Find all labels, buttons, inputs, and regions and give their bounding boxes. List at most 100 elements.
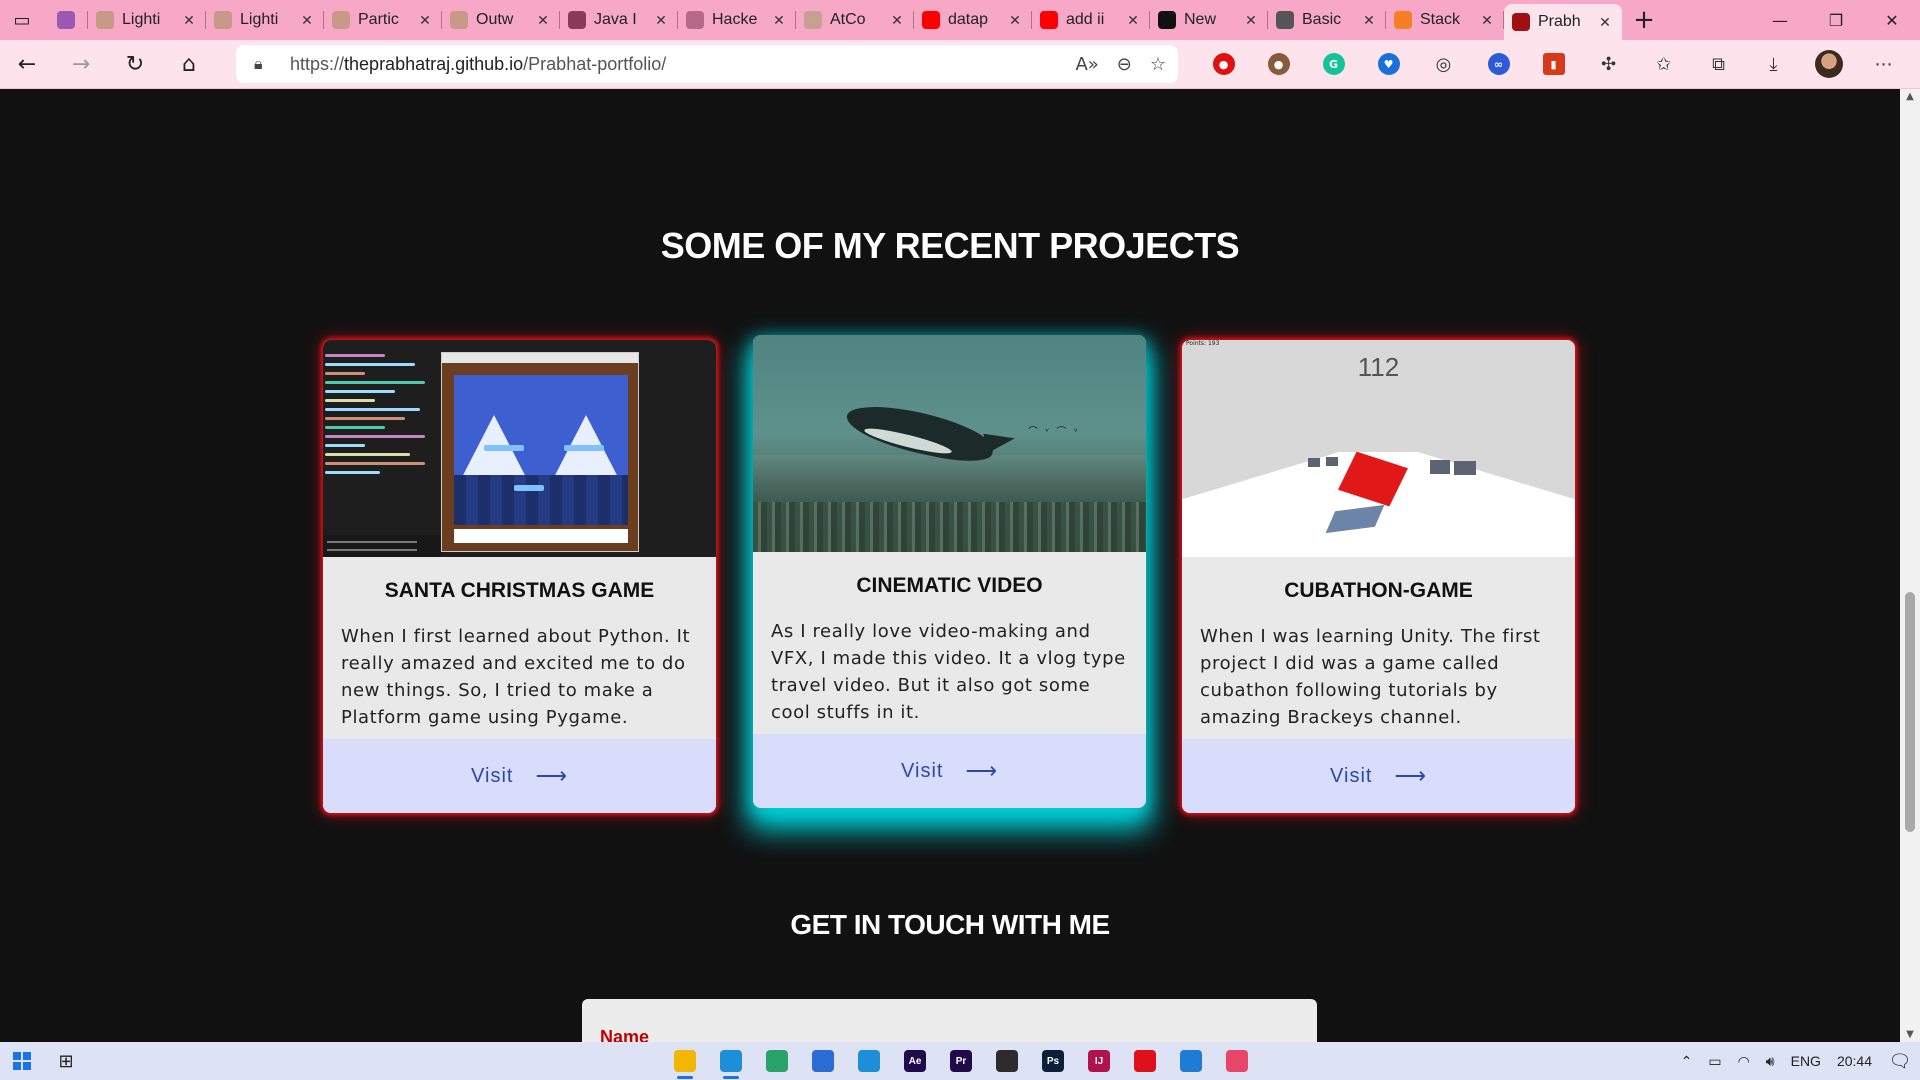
- url-text[interactable]: https://theprabhatraj.github.io/Prabhat-…: [290, 54, 666, 75]
- edge-icon[interactable]: [720, 1050, 742, 1072]
- windows-logo-icon[interactable]: [13, 1052, 31, 1070]
- close-tab-icon[interactable]: ✕: [1360, 12, 1378, 29]
- scroll-down-arrow-icon[interactable]: ▼: [1900, 1029, 1920, 1040]
- visit-link[interactable]: Visit ⟶: [753, 734, 1146, 808]
- visit-link[interactable]: Visit ⟶: [1182, 739, 1575, 813]
- edge-beta-icon[interactable]: [766, 1050, 788, 1072]
- tab[interactable]: Lighti ✕: [88, 0, 206, 40]
- notification-center-icon[interactable]: 🗨︎: [1880, 1042, 1920, 1080]
- refresh-button[interactable]: ↻: [108, 40, 162, 88]
- close-tab-icon[interactable]: ✕: [1124, 12, 1142, 29]
- taskbar-app[interactable]: Pr: [938, 1042, 984, 1080]
- close-tab-icon[interactable]: ✕: [1006, 12, 1024, 29]
- tab[interactable]: add ii ✕: [1032, 0, 1150, 40]
- home-button[interactable]: ⌂: [162, 40, 216, 88]
- extensions-puzzle-icon[interactable]: ✣: [1581, 40, 1636, 88]
- favorites-icon[interactable]: ✩: [1636, 40, 1691, 88]
- taskbar-app[interactable]: Ps: [1030, 1042, 1076, 1080]
- forward-button[interactable]: →: [54, 40, 108, 88]
- taskbar-app[interactable]: [1122, 1042, 1168, 1080]
- visit-label[interactable]: Visit: [1330, 765, 1372, 788]
- tab[interactable]: Stack ✕: [1386, 0, 1504, 40]
- address-bar[interactable]: 🔒︎ https://theprabhatraj.github.io/Prabh…: [236, 45, 1178, 83]
- tab[interactable]: New ✕: [1150, 0, 1268, 40]
- close-tab-icon[interactable]: ✕: [416, 12, 434, 29]
- clock[interactable]: 20:44: [1837, 1053, 1872, 1069]
- intellij-icon[interactable]: IJ: [1088, 1050, 1110, 1072]
- start-button[interactable]: [0, 1042, 44, 1080]
- close-tab-icon[interactable]: ✕: [1242, 12, 1260, 29]
- tab[interactable]: AtCo ✕: [796, 0, 914, 40]
- arrow-right-icon[interactable]: ⟶: [965, 758, 998, 784]
- bookmark-extension-icon[interactable]: ▮: [1526, 40, 1581, 88]
- back-button[interactable]: ←: [0, 40, 54, 88]
- vscode-icon[interactable]: [1180, 1050, 1202, 1072]
- scrollbar-thumb[interactable]: [1905, 592, 1915, 832]
- close-window-button[interactable]: ✕: [1864, 0, 1920, 40]
- language-indicator[interactable]: ENG: [1791, 1053, 1821, 1069]
- arrow-right-icon[interactable]: ⟶: [535, 763, 568, 789]
- taskbar-app[interactable]: [984, 1042, 1030, 1080]
- tab[interactable]: Partic ✕: [324, 0, 442, 40]
- tab[interactable]: datap ✕: [914, 0, 1032, 40]
- tab[interactable]: Basic ✕: [1268, 0, 1386, 40]
- taskbar-app[interactable]: [846, 1042, 892, 1080]
- tab[interactable]: [44, 0, 88, 40]
- close-tab-icon[interactable]: ✕: [534, 12, 552, 29]
- close-tab-icon[interactable]: ✕: [652, 12, 670, 29]
- scroll-up-arrow-icon[interactable]: ▲: [1900, 91, 1920, 102]
- show-hidden-icons-icon[interactable]: ⌃: [1681, 1053, 1693, 1070]
- taskbar-app[interactable]: [1214, 1042, 1260, 1080]
- tab[interactable]: Outw ✕: [442, 0, 560, 40]
- taskbar-app[interactable]: IJ: [1076, 1042, 1122, 1080]
- edge-dev-icon[interactable]: [858, 1050, 880, 1072]
- new-tab-button[interactable]: +: [1622, 0, 1666, 40]
- app-icon[interactable]: [1226, 1050, 1248, 1072]
- tab-active[interactable]: Prabh ✕: [1504, 4, 1622, 40]
- collections-icon[interactable]: ⧉: [1691, 40, 1746, 88]
- tab[interactable]: Java I ✕: [560, 0, 678, 40]
- tab[interactable]: Lighti ✕: [206, 0, 324, 40]
- arrow-right-icon[interactable]: ⟶: [1394, 763, 1427, 789]
- profile-avatar[interactable]: [1801, 40, 1856, 88]
- taskbar-app[interactable]: Ae: [892, 1042, 938, 1080]
- close-tab-icon[interactable]: ✕: [888, 12, 906, 29]
- minimize-button[interactable]: —: [1752, 0, 1808, 40]
- visit-label[interactable]: Visit: [901, 760, 943, 783]
- tab-actions-icon[interactable]: ▭: [0, 0, 44, 40]
- close-tab-icon[interactable]: ✕: [298, 12, 316, 29]
- lock-icon[interactable]: 🔒︎: [254, 54, 280, 74]
- restore-button[interactable]: ❐: [1808, 0, 1864, 40]
- premiere-icon[interactable]: Pr: [950, 1050, 972, 1072]
- downloads-icon[interactable]: ⤓: [1746, 40, 1801, 88]
- taskbar-app[interactable]: [1168, 1042, 1214, 1080]
- file-explorer-icon[interactable]: [674, 1050, 696, 1072]
- taskbar-app[interactable]: [662, 1042, 708, 1080]
- more-menu-icon[interactable]: ⋯: [1856, 40, 1911, 88]
- wifi-icon[interactable]: ◠: [1738, 1053, 1750, 1070]
- after-effects-icon[interactable]: Ae: [904, 1050, 926, 1072]
- taskbar-app[interactable]: [754, 1042, 800, 1080]
- task-view-icon[interactable]: ⊞: [44, 1042, 88, 1080]
- volume-icon[interactable]: 🔊︎: [1766, 1053, 1775, 1070]
- grammarly-extension-icon[interactable]: G: [1306, 40, 1361, 88]
- zoom-out-icon[interactable]: ⊖: [1117, 54, 1132, 75]
- tab[interactable]: Hacke ✕: [678, 0, 796, 40]
- taskbar-app[interactable]: [708, 1042, 754, 1080]
- add-favorite-icon[interactable]: ☆: [1150, 54, 1166, 75]
- obs-icon[interactable]: [996, 1050, 1018, 1072]
- battery-icon[interactable]: ▭: [1708, 1053, 1721, 1070]
- visit-label[interactable]: Visit: [471, 765, 513, 788]
- camera-extension-icon[interactable]: ◎: [1416, 40, 1471, 88]
- opera-icon[interactable]: [1134, 1050, 1156, 1072]
- close-tab-icon[interactable]: ✕: [180, 12, 198, 29]
- pen-icon[interactable]: [812, 1050, 834, 1072]
- page-scrollbar[interactable]: ▲ ▼: [1900, 89, 1920, 1042]
- taskbar-app[interactable]: [800, 1042, 846, 1080]
- visit-link[interactable]: Visit ⟶: [323, 739, 716, 813]
- cookie-extension-icon[interactable]: ●: [1251, 40, 1306, 88]
- close-tab-icon[interactable]: ✕: [1478, 12, 1496, 29]
- close-tab-icon[interactable]: ✕: [1596, 14, 1614, 31]
- heart-extension-icon[interactable]: ♥: [1361, 40, 1416, 88]
- read-aloud-icon[interactable]: A»: [1075, 54, 1098, 75]
